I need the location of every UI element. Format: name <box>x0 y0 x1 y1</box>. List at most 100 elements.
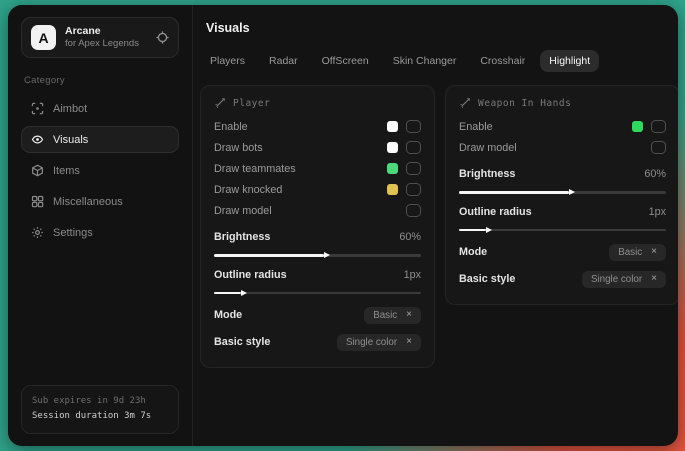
toggle-row-draw-model: Draw model <box>214 200 421 221</box>
tag-value: Single color <box>346 337 397 348</box>
misc-grid-icon <box>31 195 44 208</box>
app-logo: A <box>31 25 56 50</box>
outline-radius-slider[interactable] <box>459 229 666 232</box>
toggle-row-draw-knocked: Draw knocked <box>214 179 421 200</box>
crosshair-icon[interactable] <box>156 31 169 44</box>
tab-radar[interactable]: Radar <box>260 50 307 72</box>
brand-text: Arcane for Apex Legends <box>65 25 139 50</box>
tag-row-label: Mode <box>459 246 487 258</box>
checkbox[interactable] <box>406 162 421 175</box>
app-name: Arcane <box>65 25 139 38</box>
sidebar-item-miscellaneous[interactable]: Miscellaneous <box>21 188 179 215</box>
checkbox[interactable] <box>651 141 666 154</box>
checkbox[interactable] <box>406 204 421 217</box>
sidebar-item-label: Miscellaneous <box>53 196 123 208</box>
toggle-label: Enable <box>459 121 493 133</box>
tab-highlight[interactable]: Highlight <box>540 50 599 72</box>
brightness-slider[interactable] <box>214 254 421 257</box>
tab-skin-changer[interactable]: Skin Changer <box>384 50 466 72</box>
subscription-info: Sub expires in 9d 23h Session duration 3… <box>21 385 179 435</box>
page-title: Visuals <box>206 21 678 35</box>
mode-tag[interactable]: Basic × <box>364 307 421 324</box>
outline-radius-slider-group: Outline radius 1px <box>214 266 421 295</box>
slider-fill[interactable] <box>214 254 324 257</box>
toggle-row-draw-teammates: Draw teammates <box>214 158 421 179</box>
toggle-label: Enable <box>214 121 248 133</box>
wand-icon <box>459 97 471 109</box>
slider-label: Brightness <box>459 168 515 180</box>
slider-label: Brightness <box>214 231 270 243</box>
checkbox[interactable] <box>406 141 421 154</box>
color-swatch[interactable] <box>387 121 398 132</box>
brand-card: A Arcane for Apex Legends <box>21 17 179 58</box>
basic-style-tag[interactable]: Single color × <box>582 271 666 288</box>
toggle-label: Draw bots <box>214 142 263 154</box>
mode-tag[interactable]: Basic × <box>609 244 666 261</box>
player-panel-header: Player <box>214 97 421 109</box>
outline-radius-slider[interactable] <box>214 292 421 295</box>
sidebar-item-label: Settings <box>53 227 93 239</box>
settings-gear-icon <box>31 226 44 239</box>
toggle-label: Draw knocked <box>214 184 282 196</box>
panel-title: Player <box>233 98 270 109</box>
toggle-row-draw-bots: Draw bots <box>214 137 421 158</box>
tab-offscreen[interactable]: OffScreen <box>313 50 378 72</box>
sidebar-item-settings[interactable]: Settings <box>21 219 179 246</box>
sidebar-item-label: Visuals <box>53 134 88 146</box>
toggle-label: Draw model <box>459 142 517 154</box>
toggle-label: Draw model <box>214 205 272 217</box>
player-panel: Player Enable Draw bots <box>200 85 435 368</box>
outline-radius-slider-group: Outline radius 1px <box>459 203 666 232</box>
main-area: Visuals Players Radar OffScreen Skin Cha… <box>193 5 678 446</box>
color-swatch[interactable] <box>387 163 398 174</box>
tag-value: Single color <box>591 274 642 285</box>
checkbox[interactable] <box>406 120 421 133</box>
sub-expires-text: Sub expires in 9d 23h <box>32 394 168 410</box>
tab-crosshair[interactable]: Crosshair <box>471 50 534 72</box>
items-box-icon <box>31 164 44 177</box>
remove-tag-icon[interactable]: × <box>406 310 412 320</box>
toggle-row-enable: Enable <box>459 116 666 137</box>
panel-title: Weapon In Hands <box>478 98 571 109</box>
sidebar-item-label: Aimbot <box>53 103 87 115</box>
sidebar-nav: Aimbot Visuals <box>21 95 179 246</box>
basic-style-row: Basic style Single color × <box>459 267 666 291</box>
slider-fill[interactable] <box>214 292 241 295</box>
slider-label: Outline radius <box>459 206 532 218</box>
brightness-slider-group: Brightness 60% <box>459 165 666 194</box>
category-label: Category <box>24 75 179 86</box>
sidebar-item-aimbot[interactable]: Aimbot <box>21 95 179 122</box>
sidebar: A Arcane for Apex Legends Category <box>8 5 193 446</box>
visuals-eye-icon <box>31 133 44 146</box>
basic-style-row: Basic style Single color × <box>214 330 421 354</box>
color-swatch[interactable] <box>632 121 643 132</box>
weapon-panel-header: Weapon In Hands <box>459 97 666 109</box>
remove-tag-icon[interactable]: × <box>651 247 657 257</box>
slider-value: 60% <box>399 231 421 243</box>
remove-tag-icon[interactable]: × <box>406 337 412 347</box>
sidebar-item-items[interactable]: Items <box>21 157 179 184</box>
weapon-in-hands-panel: Weapon In Hands Enable Draw model <box>445 85 678 305</box>
remove-tag-icon[interactable]: × <box>651 274 657 284</box>
app-window: A Arcane for Apex Legends Category <box>8 5 678 446</box>
tab-players[interactable]: Players <box>201 50 254 72</box>
slider-value: 60% <box>644 168 666 180</box>
checkbox[interactable] <box>651 120 666 133</box>
slider-fill[interactable] <box>459 229 486 232</box>
aimbot-crosshair-icon <box>31 102 44 115</box>
toggle-row-draw-model: Draw model <box>459 137 666 158</box>
checkbox[interactable] <box>406 183 421 196</box>
session-duration-text: Session duration 3m 7s <box>32 409 168 425</box>
toggle-row-enable: Enable <box>214 116 421 137</box>
wand-icon <box>214 97 226 109</box>
tab-bar: Players Radar OffScreen Skin Changer Cro… <box>201 50 678 72</box>
color-swatch[interactable] <box>387 142 398 153</box>
panels: Player Enable Draw bots <box>200 85 678 368</box>
basic-style-tag[interactable]: Single color × <box>337 334 421 351</box>
color-swatch[interactable] <box>387 184 398 195</box>
brightness-slider[interactable] <box>459 191 666 194</box>
sidebar-item-visuals[interactable]: Visuals <box>21 126 179 153</box>
mode-row: Mode Basic × <box>459 240 666 264</box>
slider-value: 1px <box>649 206 666 218</box>
slider-fill[interactable] <box>459 191 569 194</box>
